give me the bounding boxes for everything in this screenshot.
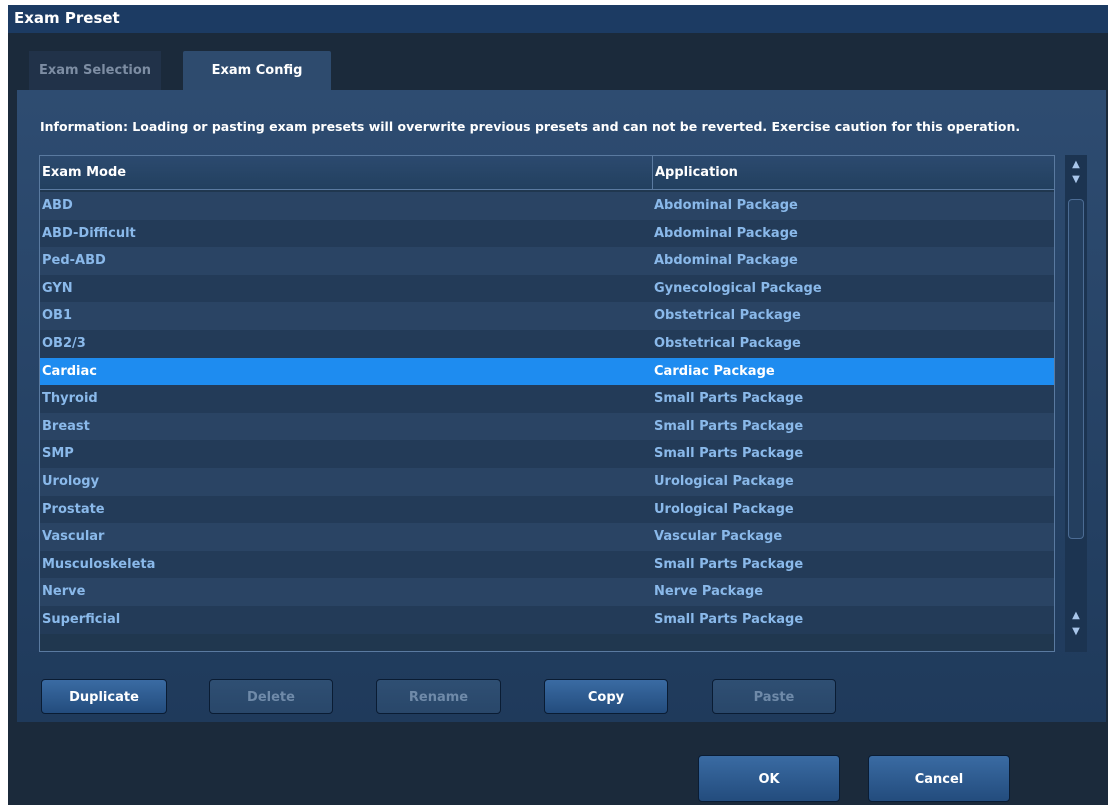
delete-button[interactable]: Delete <box>209 679 333 714</box>
duplicate-button[interactable]: Duplicate <box>41 679 167 714</box>
cell-exam-mode: ABD <box>42 198 73 213</box>
cell-application: Nerve Package <box>654 584 764 600</box>
cell-application: Small Parts Package <box>654 391 804 407</box>
table-row[interactable]: GYN Gynecological Package <box>40 274 1054 303</box>
tab-exam-selection[interactable]: Exam Selection <box>29 51 161 90</box>
cell-application: Obstetrical Package <box>654 335 801 351</box>
scroll-up-icon[interactable]: ▲ <box>1066 158 1086 172</box>
scroll-up-icon[interactable]: ▲ <box>1066 609 1086 623</box>
table-row[interactable]: Breast Small Parts Package <box>40 412 1054 441</box>
cell-exam-mode: Cardiac <box>42 363 97 379</box>
table-body: ABD Abdominal Package ABD-Difficult Abdomin… <box>40 192 1054 634</box>
table-row[interactable]: Ped-ABD Abdominal Package <box>40 247 1054 275</box>
column-header-application-label: Application <box>655 165 738 180</box>
cell-exam-mode: SMP <box>42 446 74 462</box>
cell-application: Obstetrical Package <box>654 308 801 324</box>
table-header: Exam Mode Application <box>40 156 1054 190</box>
exam-table: Exam Mode Application ABD Abdominal Packa… <box>39 155 1055 652</box>
cell-exam-mode: Prostate <box>42 501 105 517</box>
table-row[interactable]: Prostate Urological Package <box>40 495 1054 524</box>
column-header-exam-mode[interactable]: Exam Mode <box>42 156 650 190</box>
cell-exam-mode: Urology <box>42 473 100 489</box>
exam-config-panel: Information: Loading or pasting exam pre… <box>17 90 1106 722</box>
table-row[interactable]: Superficial Small Parts Package <box>40 605 1054 634</box>
scroll-down-icon[interactable]: ▼ <box>1066 625 1086 639</box>
cell-application: Urological Package <box>654 473 794 489</box>
table-row[interactable]: ABD Abdominal Package <box>40 192 1054 220</box>
cell-exam-mode: GYN <box>42 280 73 296</box>
cell-application: Urological Package <box>654 501 794 517</box>
cell-application: Vascular Package <box>654 529 783 545</box>
dialog-title: Exam Preset <box>14 9 120 27</box>
table-row[interactable]: Thyroid Small Parts Package <box>40 385 1054 413</box>
cell-application: Small Parts Package <box>654 556 804 572</box>
cell-exam-mode: OB2/3 <box>42 335 86 351</box>
table-row[interactable]: OB1 Obstetrical Package <box>40 302 1054 330</box>
copy-button[interactable]: Copy <box>544 679 668 714</box>
table-row[interactable]: OB2/3 Obstetrical Package <box>40 329 1054 358</box>
scroll-down-icon[interactable]: ▼ <box>1066 173 1086 187</box>
cell-application: Small Parts Package <box>654 446 804 462</box>
vertical-scrollbar[interactable]: ▲ ▼ ▲ ▼ <box>1065 155 1087 652</box>
ok-button[interactable]: OK <box>698 755 840 802</box>
cell-exam-mode: Nerve <box>42 584 86 600</box>
cell-application: Abdominal Package <box>654 198 798 213</box>
cell-exam-mode: Superficial <box>42 611 121 627</box>
cell-exam-mode: ABD-Difficult <box>42 225 136 241</box>
cell-exam-mode: Musculoskeleta <box>42 556 156 572</box>
tab-strip: Exam Selection Exam Config <box>15 51 1108 90</box>
cancel-button[interactable]: Cancel <box>868 755 1010 802</box>
tab-exam-config[interactable]: Exam Config <box>183 51 331 90</box>
table-row[interactable]: Vascular Vascular Package <box>40 523 1054 551</box>
rename-button[interactable]: Rename <box>376 679 501 714</box>
table-row[interactable]: Cardiac Cardiac Package <box>40 357 1054 386</box>
cell-exam-mode: Ped-ABD <box>42 253 106 269</box>
cell-application: Small Parts Package <box>654 611 804 627</box>
cell-exam-mode: Breast <box>42 418 90 434</box>
table-row[interactable]: ABD-Difficult Abdominal Package <box>40 219 1054 248</box>
cell-exam-mode: Vascular <box>42 529 105 545</box>
table-row[interactable]: Musculoskeleta Small Parts Package <box>40 550 1054 579</box>
table-row[interactable]: Nerve Nerve Package <box>40 578 1054 606</box>
paste-button[interactable]: Paste <box>712 679 836 714</box>
table-row[interactable]: SMP Small Parts Package <box>40 440 1054 468</box>
title-bar: Exam Preset <box>8 5 1108 33</box>
cell-exam-mode: Thyroid <box>42 391 98 407</box>
info-message: Information: Loading or pasting exam pre… <box>40 119 1021 134</box>
scrollbar-thumb[interactable] <box>1068 199 1084 539</box>
cell-application: Small Parts Package <box>654 418 804 434</box>
column-header-application[interactable]: Application <box>652 156 1052 190</box>
cell-application: Cardiac Package <box>654 363 775 379</box>
table-row[interactable]: Urology Urological Package <box>40 467 1054 496</box>
exam-preset-dialog: Exam Preset Exam Selection Exam Config I… <box>8 5 1108 805</box>
cell-application: Abdominal Package <box>654 225 798 241</box>
cell-application: Abdominal Package <box>654 253 798 269</box>
cell-exam-mode: OB1 <box>42 308 73 324</box>
cell-application: Gynecological Package <box>654 280 822 296</box>
